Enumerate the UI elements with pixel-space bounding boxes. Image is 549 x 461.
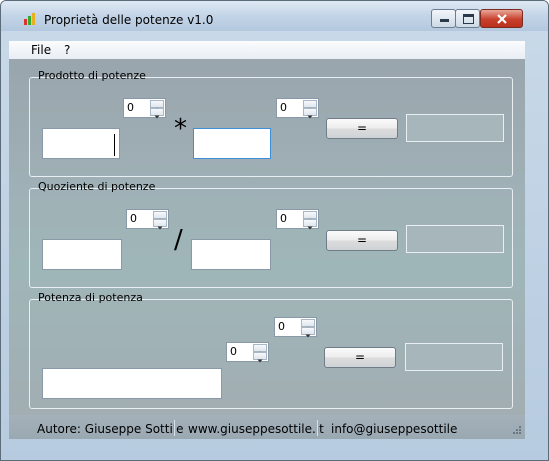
quoziente-result — [406, 225, 504, 253]
spin-down-icon[interactable] — [303, 219, 317, 230]
quoziente-exponent-a[interactable]: 0 — [126, 209, 169, 230]
potenza-equals-button[interactable]: = — [324, 347, 396, 368]
minimize-button[interactable] — [431, 9, 456, 28]
close-button[interactable] — [480, 9, 523, 28]
status-email: info@giuseppesottile — [331, 422, 458, 436]
menu-bar: File ? — [9, 41, 525, 60]
resize-grip-icon[interactable] — [511, 426, 521, 436]
group-quoziente-label: Quoziente di potenze — [38, 180, 156, 193]
status-website: www.giuseppesottile.it — [188, 422, 324, 436]
prodotto-operator: * — [174, 114, 187, 144]
spin-up-icon[interactable] — [303, 100, 317, 111]
spin-up-icon[interactable] — [150, 100, 164, 111]
prodotto-equals-button[interactable]: = — [326, 118, 398, 139]
potenza-result — [405, 343, 503, 371]
status-author: Autore: Giuseppe Sottile — [37, 422, 184, 436]
maximize-icon — [463, 14, 474, 24]
title-bar[interactable]: Proprietà delle potenze v1.0 — [1, 1, 548, 31]
minimize-icon — [440, 19, 449, 22]
window-title: Proprietà delle potenze v1.0 — [44, 13, 214, 27]
quoziente-operator: / — [174, 225, 183, 255]
menu-file[interactable]: File — [31, 43, 51, 57]
group-potenza: Potenza di potenza 0 0 = — [29, 291, 513, 409]
text-caret — [114, 134, 115, 156]
spin-down-icon[interactable] — [301, 327, 315, 338]
group-quoziente: Quoziente di potenze 0 0 / = — [29, 180, 513, 288]
prodotto-base-b-input[interactable] — [193, 128, 271, 159]
client-area: Prodotto di potenze 0 0 * = Quoziente di… — [9, 59, 525, 439]
quoziente-exponent-b[interactable]: 0 — [276, 209, 319, 230]
close-icon — [497, 14, 507, 24]
spin-down-icon[interactable] — [303, 108, 317, 119]
potenza-base-input[interactable] — [42, 368, 222, 399]
spin-down-icon[interactable] — [153, 219, 167, 230]
prodotto-exponent-a[interactable]: 0 — [123, 98, 166, 119]
maximize-button[interactable] — [455, 9, 480, 28]
status-bar: Autore: Giuseppe Sottile www.giuseppesot… — [9, 415, 525, 439]
quoziente-equals-button[interactable]: = — [326, 230, 398, 251]
prodotto-exponent-b[interactable]: 0 — [276, 98, 319, 119]
app-icon — [24, 13, 35, 25]
prodotto-result — [406, 114, 504, 142]
spin-down-icon[interactable] — [150, 108, 164, 119]
app-window: Proprietà delle potenze v1.0 File ? Prod… — [0, 0, 549, 461]
status-separator — [174, 420, 175, 436]
group-prodotto-label: Prodotto di potenze — [38, 69, 146, 82]
quoziente-base-a-input[interactable] — [42, 239, 122, 270]
spin-up-icon[interactable] — [153, 211, 167, 222]
prodotto-base-a-input[interactable] — [42, 128, 120, 159]
potenza-exponent-outer[interactable]: 0 — [274, 317, 317, 338]
spin-up-icon[interactable] — [253, 344, 267, 355]
spin-up-icon[interactable] — [303, 211, 317, 222]
menu-help[interactable]: ? — [64, 43, 70, 57]
potenza-exponent-inner[interactable]: 0 — [226, 342, 269, 363]
group-prodotto: Prodotto di potenze 0 0 * = — [29, 69, 513, 177]
quoziente-base-b-input[interactable] — [191, 239, 271, 270]
status-separator — [317, 420, 318, 436]
spin-down-icon[interactable] — [253, 352, 267, 363]
spin-up-icon[interactable] — [301, 319, 315, 330]
group-potenza-label: Potenza di potenza — [38, 291, 143, 304]
